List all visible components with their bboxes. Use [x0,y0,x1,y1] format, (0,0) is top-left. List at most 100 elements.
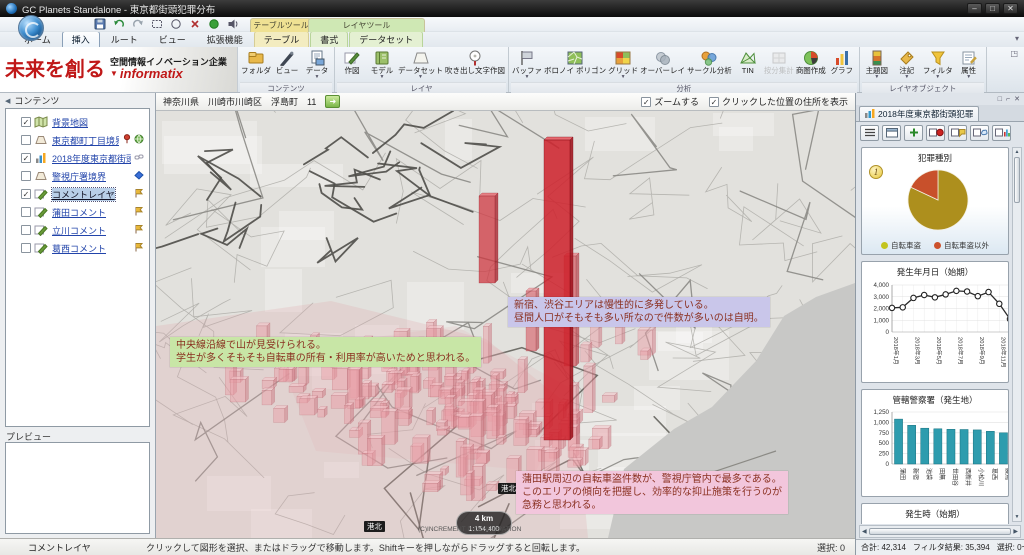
ribbon-button-データ[interactable]: データ▼ [302,48,332,81]
tab-挿入[interactable]: 挿入 [62,31,100,47]
ribbon-button-バッファ[interactable]: バッファ▼ [511,48,543,81]
layer-checkbox[interactable] [21,207,31,217]
layer-tree-item[interactable]: 蒲田コメント [8,203,147,221]
panel-close-icon[interactable]: ✕ [1014,95,1020,103]
ribbon-button-グリッド[interactable]: グリッド▼ [607,48,639,81]
undo-icon[interactable] [111,18,127,31]
layer-checkbox[interactable] [21,243,31,253]
minimize-button[interactable]: – [967,3,982,14]
ribbon-button-ボロノイポリゴン[interactable]: ボロノイ ポリゴン [543,48,607,81]
ribbon-button-オーバーレイ[interactable]: オーバーレイ [639,48,686,81]
ribbon-button-TIN[interactable]: TIN [733,48,763,81]
tab-ビュー[interactable]: ビュー [149,31,196,47]
ribbon-button-吹き出し文字作図[interactable]: 吹き出し文字作図 [444,48,506,81]
close-button[interactable]: ✕ [1003,3,1018,14]
address-prefecture[interactable]: 神奈川県 [163,95,199,108]
ribbon-button-作図[interactable]: 作図 [337,48,367,81]
scrollbar-thumb[interactable] [1014,157,1020,203]
address-go-button[interactable]: ➜ [325,95,340,108]
bar-chart[interactable]: 02505007501,0001,250蒲田新宿池袋田無世田谷西新井小松川葛西練… [863,406,1009,497]
vertical-scrollbar[interactable]: ▲ ▼ [1012,147,1022,522]
tab-ルート[interactable]: ルート [101,31,148,47]
panel-pin-icon[interactable]: ⌐ [1006,96,1010,103]
float-window-button[interactable] [882,125,901,141]
menu-button[interactable] [860,125,879,141]
ribbon-button-注記[interactable]: 注記▼ [892,48,922,81]
collapse-icon[interactable]: ◀ [5,97,10,105]
layer-tree-item[interactable]: 立川コメント [8,221,147,239]
sound-icon[interactable] [225,18,241,31]
redo-icon[interactable] [130,18,146,31]
layer-checkbox[interactable] [21,225,31,235]
scroll-down-icon[interactable]: ▼ [1015,514,1020,520]
address-number[interactable]: 11 [307,97,316,107]
layer-checkbox[interactable] [21,135,31,145]
layer-label[interactable]: 葛西コメント [52,242,106,255]
line-chart[interactable]: 01,0002,0003,0004,0002018年1月2018年3月2018年… [863,278,1009,382]
help-icon[interactable]: ◳ [1010,47,1024,92]
chart-card-pie[interactable]: 犯罪種別1自転車盗自転車盗以外 [861,147,1009,255]
panel-float-icon[interactable]: □ [998,96,1002,103]
hscrollbar-thumb[interactable] [869,528,1012,535]
layer-label[interactable]: コメントレイヤ [52,188,115,201]
symbol-comment-button[interactable] [948,125,967,141]
ribbon-button-属性[interactable]: 属性▼ [954,48,984,81]
zoom-checkbox-box[interactable]: ✓ [641,97,651,107]
chart-panel-tab[interactable]: 2018年度東京都街頭犯罪 [859,106,979,121]
ribbon-button-フィルタ[interactable]: フィルタ▼ [922,48,954,81]
layer-label[interactable]: 背景地図 [52,116,88,129]
zoom-checkbox[interactable]: ✓ ズームする [641,95,699,108]
add-button[interactable] [904,125,923,141]
save-icon[interactable] [92,18,108,31]
map-annotation-chuo[interactable]: 中央線沿線で山が見受けられる。 学生が多くそもそも自転車の所有・利用率が高いため… [170,337,481,367]
app-menu-button[interactable] [18,15,44,41]
scroll-up-icon[interactable]: ▲ [1015,149,1020,155]
ribbon-button-主題図[interactable]: 主題図▼ [862,48,892,81]
layer-tree-item[interactable]: ✓ コメントレイヤ [8,185,147,203]
symbol-point-button[interactable] [926,125,945,141]
chart-card-bar[interactable]: 管轄警察署（発生地）02505007501,0001,250蒲田新宿池袋田無世田… [861,389,1009,497]
ribbon-button-フォルダ[interactable]: フォルダ [240,48,272,81]
ribbon-button-ビュー[interactable]: ビュー [272,48,302,81]
layer-checkbox[interactable]: ✓ [21,189,31,199]
tab-書式[interactable]: 書式 [310,31,348,47]
layer-label[interactable]: 東京都町丁目境界 [52,134,119,147]
pie-chart[interactable] [863,164,1009,234]
show-address-checkbox[interactable]: ✓ クリックした位置の住所を表示 [709,95,848,108]
record-icon[interactable] [206,18,222,31]
horizontal-scrollbar[interactable]: ◀ ▶ [859,525,1021,538]
layer-label[interactable]: 警視庁署境界 [52,170,106,183]
chart-card-table[interactable]: 発生時（始期） [861,503,1009,524]
map-canvas[interactable]: 4 km 1:154,400 (C)INCREMENT P CORPORATIO… [156,111,855,538]
layer-label[interactable]: 蒲田コメント [52,206,106,219]
layer-tree-item[interactable]: ✓2018年度東京都街頭犯罪 [8,149,147,167]
scroll-right-icon[interactable]: ▶ [1013,528,1018,535]
map-annotation-shinjuku[interactable]: 新宿、渋谷エリアは慢性的に多発している。 昼間人口がそもそも多い所なので件数が多… [508,297,770,327]
symbol-graph-button[interactable] [992,125,1011,141]
scroll-left-icon[interactable]: ◀ [862,528,867,535]
select-rect-icon[interactable] [149,18,165,31]
tab-拡張機能[interactable]: 拡張機能 [197,31,253,47]
map-annotation-kamata[interactable]: 蒲田駅周辺の自転車盗件数が、警視庁管内で最多である。 このエリアの傾向を把握し、… [516,471,788,514]
ribbon-button-商圏作成[interactable]: 商圏作成 [795,48,827,81]
layer-checkbox[interactable] [21,171,31,181]
chart-card-line[interactable]: 発生年月日（始期）01,0002,0003,0004,0002018年1月201… [861,261,1009,383]
layer-label[interactable]: 立川コメント [52,224,106,237]
layer-tree-item[interactable]: 東京都町丁目境界 [8,131,147,149]
layer-label[interactable]: 2018年度東京都街頭犯罪 [52,152,131,165]
address-town[interactable]: 浮島町 [271,95,298,108]
show-address-checkbox-box[interactable]: ✓ [709,97,719,107]
address-city[interactable]: 川崎市川崎区 [208,95,262,108]
layer-checkbox[interactable]: ✓ [21,117,31,127]
ribbon-button-モデル[interactable]: モデル▼ [367,48,397,81]
delete-icon[interactable] [187,18,203,31]
tab-テーブル[interactable]: テーブル [254,31,309,47]
preview-pane[interactable] [5,442,150,534]
ribbon-button-データセット[interactable]: データセット▼ [397,48,444,81]
maximize-button[interactable]: □ [985,3,1000,14]
layer-tree-item[interactable]: 葛西コメント [8,239,147,257]
ribbon-options-icon[interactable]: ▾ [1015,34,1019,43]
symbol-lasso-button[interactable] [970,125,989,141]
select-circle-icon[interactable] [168,18,184,31]
layer-tree-item[interactable]: 警視庁署境界 [8,167,147,185]
